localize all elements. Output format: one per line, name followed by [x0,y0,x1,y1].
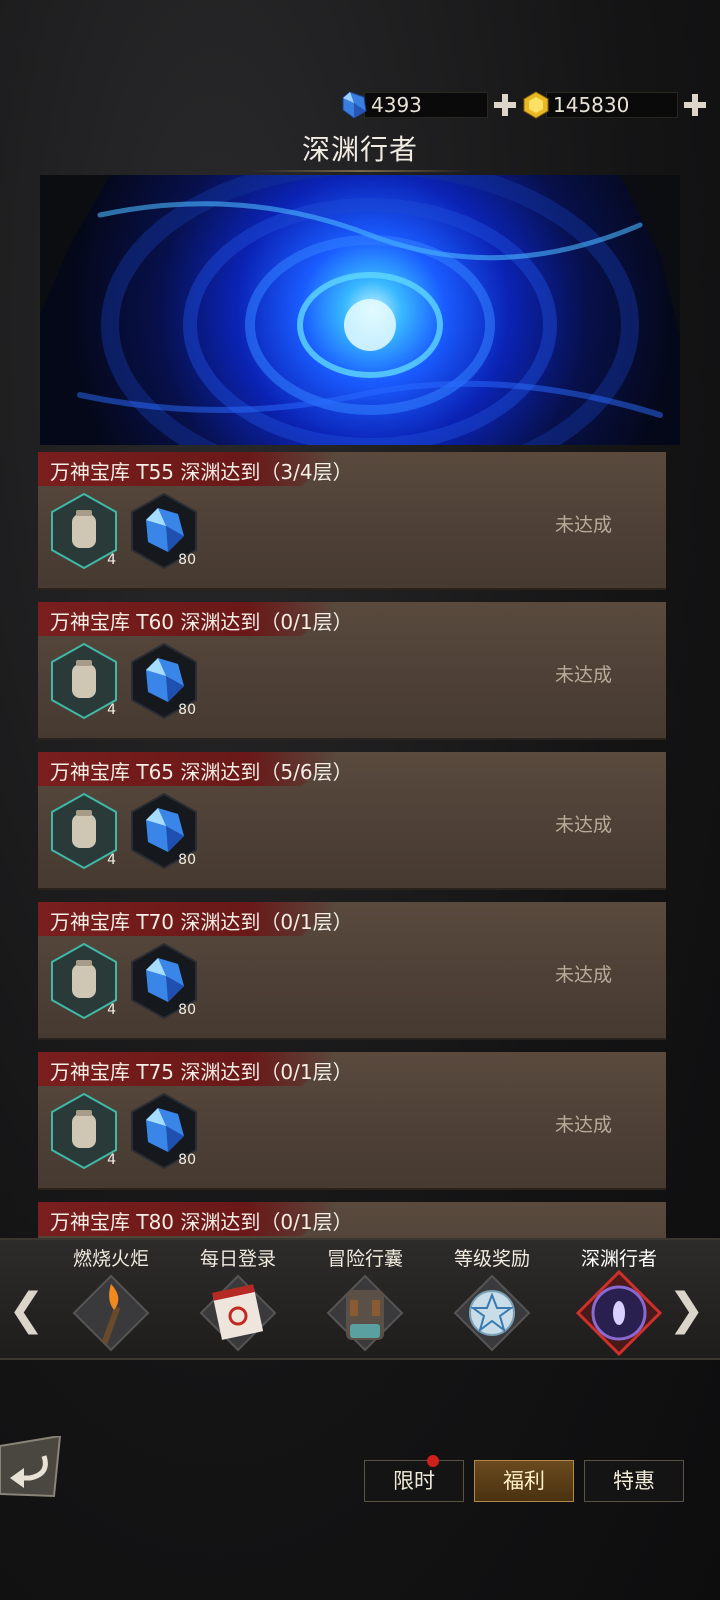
task-status: 未达成 [554,514,612,536]
notification-dot [427,1455,439,1467]
tab-label: 燃烧火炬 [72,1248,149,1270]
gem-amount: 4393 [371,93,422,117]
reward-item-gem[interactable]: 80 [128,642,200,720]
task-card: 万神宝库 T55 深渊达到（3/4层） 4 80 未达成 [38,452,666,590]
task-title: 万神宝库 T60 深渊达到（0/1层） [50,610,353,634]
reward-item-jar[interactable]: 4 [48,492,120,570]
vortex-art [40,175,680,445]
reward-quantity: 4 [107,702,116,718]
reward-item-gem[interactable]: 80 [128,942,200,1020]
reward-item-gem[interactable]: 80 [128,1092,200,1170]
tab-abyss-walker[interactable]: 深渊行者 [554,1240,684,1358]
title-divider [250,170,470,172]
button-label: 福利 [503,1469,545,1493]
reward-quantity: 80 [178,702,196,718]
task-card: 万神宝库 T70 深渊达到（0/1层） 4 80 未达成 [38,902,666,1040]
gold-gem-icon [523,91,549,119]
task-list[interactable]: 万神宝库 T55 深渊达到（3/4层） 4 80 未达成 万神宝库 T60 深渊… [38,452,678,1254]
button-label: 特惠 [613,1469,655,1493]
task-title: 万神宝库 T65 深渊达到（5/6层） [50,760,353,784]
gold-currency: 145830 [522,90,708,120]
backpack-icon [326,1274,404,1352]
limited-time-button[interactable]: 限时 [364,1455,464,1502]
welfare-button[interactable]: 福利 [474,1460,574,1502]
reward-item-jar[interactable]: 4 [48,942,120,1020]
reward-quantity: 80 [178,1152,196,1168]
event-tab-strip: ❮ 燃烧火炬 每日登录 冒险行囊 等级奖励 深渊行者 ❯ [0,1238,720,1360]
calendar-icon [199,1274,277,1352]
special-offer-button[interactable]: 特惠 [584,1460,684,1502]
tab-label: 冒险行囊 [326,1248,403,1270]
gold-amount: 145830 [553,93,630,117]
task-title: 万神宝库 T55 深渊达到（3/4层） [50,460,353,484]
add-gold-button[interactable] [682,92,708,118]
tab-daily-login[interactable]: 每日登录 [173,1240,303,1358]
reward-item-jar[interactable]: 4 [48,792,120,870]
abyss-vortex-banner [40,175,680,445]
task-status: 未达成 [554,964,612,986]
task-card: 万神宝库 T75 深渊达到（0/1层） 4 80 未达成 [38,1052,666,1190]
tab-label: 等级奖励 [453,1248,530,1270]
tab-label: 深渊行者 [580,1248,657,1270]
button-label: 限时 [393,1469,435,1493]
task-status: 未达成 [554,1114,612,1136]
tab-level-reward[interactable]: 等级奖励 [427,1240,557,1358]
reward-quantity: 4 [107,552,116,568]
gem-currency: 4393 [340,90,518,120]
task-status: 未达成 [554,814,612,836]
reward-quantity: 80 [178,552,196,568]
tab-torch[interactable]: 燃烧火炬 [46,1240,176,1358]
scroll-right-arrow[interactable]: ❯ [668,1284,705,1335]
reward-quantity: 4 [107,1002,116,1018]
task-status: 未达成 [554,664,612,686]
tab-label: 每日登录 [199,1248,276,1270]
abyss-orb-icon [576,1270,662,1356]
torch-icon [72,1274,150,1352]
reward-item-jar[interactable]: 4 [48,642,120,720]
task-card: 万神宝库 T65 深渊达到（5/6层） 4 80 未达成 [38,752,666,890]
back-arrow-icon[interactable] [0,1436,64,1500]
task-card: 万神宝库 T60 深渊达到（0/1层） 4 80 未达成 [38,602,666,740]
reward-quantity: 4 [107,852,116,868]
reward-item-jar[interactable]: 4 [48,1092,120,1170]
reward-quantity: 4 [107,1152,116,1168]
task-title: 万神宝库 T75 深渊达到（0/1层） [50,1060,353,1084]
reward-quantity: 80 [178,1002,196,1018]
reward-quantity: 80 [178,852,196,868]
scroll-left-arrow[interactable]: ❮ [8,1284,45,1335]
task-title: 万神宝库 T70 深渊达到（0/1层） [50,910,353,934]
tab-adventure-bag[interactable]: 冒险行囊 [300,1240,430,1358]
add-gems-button[interactable] [492,92,518,118]
reward-item-gem[interactable]: 80 [128,792,200,870]
blue-gem-icon [342,91,367,119]
reward-item-gem[interactable]: 80 [128,492,200,570]
pentagram-icon [453,1274,531,1352]
page-title: 深渊行者 [301,133,418,166]
task-title: 万神宝库 T80 深渊达到（0/1层） [50,1210,353,1234]
